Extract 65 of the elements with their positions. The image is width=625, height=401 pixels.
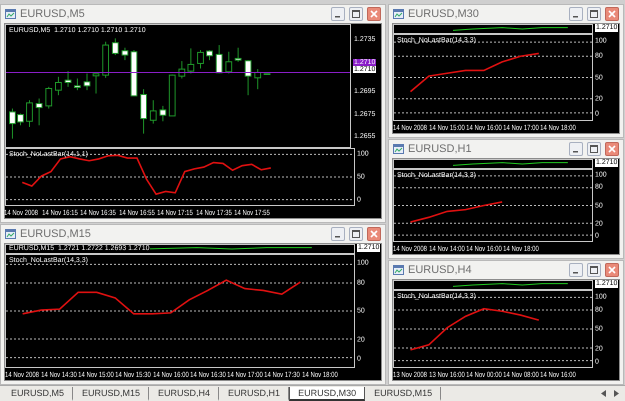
maximize-button[interactable] [349,227,363,241]
candle [197,50,204,69]
maximize-button[interactable] [587,142,601,156]
close-icon [370,10,378,18]
candle [36,98,42,126]
minimize-button[interactable] [331,7,345,21]
maximize-icon [352,10,360,18]
window-title: EURUSD,M15 [20,228,92,240]
minimize-button[interactable] [569,263,583,277]
candle [122,47,128,61]
close-icon [608,145,616,153]
candle [244,60,252,96]
candle [225,51,232,74]
candle [112,38,119,56]
chart-window-icon [5,9,16,19]
maximize-button[interactable] [349,7,363,21]
close-button[interactable] [605,7,619,21]
maximize-icon [590,266,598,274]
scroll-left-icon[interactable] [601,390,607,397]
window-title: EURUSD,M30 [408,8,480,20]
candle [140,88,147,134]
chart-window-icon [393,9,404,19]
maximize-button[interactable] [587,263,601,277]
close-button[interactable] [605,142,619,156]
chart-window-icon [393,144,404,154]
window-title: EURUSD,M5 [20,8,86,20]
maximize-icon [352,230,360,238]
candle [84,72,90,91]
chart-tab[interactable]: EURUSD,M15 [73,386,150,400]
candle [160,105,166,122]
candle [26,100,33,128]
minimize-button[interactable] [331,227,345,241]
candle [168,74,176,116]
maximize-icon [590,145,598,153]
close-button[interactable] [367,7,381,21]
candle [74,78,81,91]
maximize-button[interactable] [587,7,601,21]
close-button[interactable] [605,263,619,277]
close-icon [370,230,378,238]
candle [216,44,223,74]
candle [102,41,110,78]
candle [45,86,52,110]
candle [187,48,194,74]
candle [55,76,62,96]
candle [92,72,100,94]
maximize-icon [590,10,598,18]
close-icon [608,10,616,18]
close-button[interactable] [367,227,381,241]
candle [206,50,213,61]
chart-tab[interactable]: EURUSD,M5 [2,386,74,400]
chart-tab[interactable]: EURUSD,M30 [289,386,366,400]
minimize-button[interactable] [569,7,583,21]
window-title: EURUSD,H1 [408,143,473,155]
candle [64,70,72,88]
chart-tab[interactable]: EURUSD,H4 [149,386,220,400]
candle [130,50,138,96]
minimize-button[interactable] [569,142,583,156]
scroll-right-icon[interactable] [613,390,619,397]
candle [234,47,242,62]
candle [150,100,157,124]
chart-window-icon [5,229,16,239]
chart-tab[interactable]: EURUSD,M15 [365,386,442,400]
chart-window-icon [393,265,404,275]
close-icon [608,266,616,274]
window-title: EURUSD,H4 [408,264,473,276]
